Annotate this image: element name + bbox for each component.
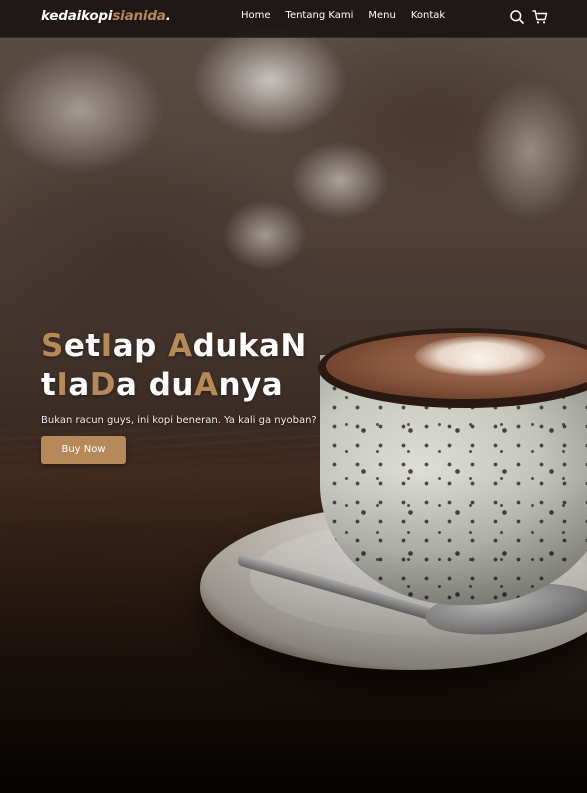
nav-links: Home Tentang Kami Menu Kontak — [241, 10, 445, 21]
headline-accent-letter: I — [100, 328, 113, 364]
headline-text: ap — [112, 328, 169, 364]
headline-text: dukaN — [192, 328, 307, 364]
nav-link-kontak[interactable]: Kontak — [411, 10, 445, 21]
search-icon[interactable] — [509, 9, 525, 25]
nav-link-menu[interactable]: Menu — [368, 10, 395, 21]
buy-now-button[interactable]: Buy Now — [41, 436, 126, 464]
headline-line-1: SetIap AdukaN — [41, 327, 361, 366]
headline-text: nya — [218, 367, 284, 403]
hero-headline: SetIap AdukaN tIaDa duAnya — [41, 327, 361, 405]
nav-link-home[interactable]: Home — [241, 10, 271, 21]
shopping-cart-icon[interactable] — [532, 9, 548, 25]
headline-text: a — [68, 367, 90, 403]
nav-link-tentang-kami[interactable]: Tentang Kami — [286, 10, 354, 21]
hero-content: SetIap AdukaN tIaDa duAnya Bukan racun g… — [41, 327, 361, 464]
headline-line-2: tIaDa duAnya — [41, 366, 361, 405]
headline-text: et — [63, 328, 101, 364]
headline-accent-letter: D — [89, 367, 117, 403]
brand-name-part3: . — [165, 8, 171, 24]
hero-subtitle: Bukan racun guys, ini kopi beneran. Ya k… — [41, 415, 317, 426]
navbar: kedaikopisianida. Home Tentang Kami Menu… — [0, 0, 587, 38]
headline-text: t — [41, 367, 57, 403]
brand-logo[interactable]: kedaikopisianida. — [41, 8, 171, 24]
headline-text: a du — [116, 367, 195, 403]
brand-name-part2: sianida — [112, 8, 166, 24]
headline-accent-letter: I — [56, 367, 69, 403]
headline-accent-letter: A — [194, 367, 219, 403]
brand-name-part1: kedaikopi — [41, 8, 113, 24]
headline-accent-letter: S — [41, 328, 64, 364]
headline-accent-letter: A — [168, 328, 193, 364]
